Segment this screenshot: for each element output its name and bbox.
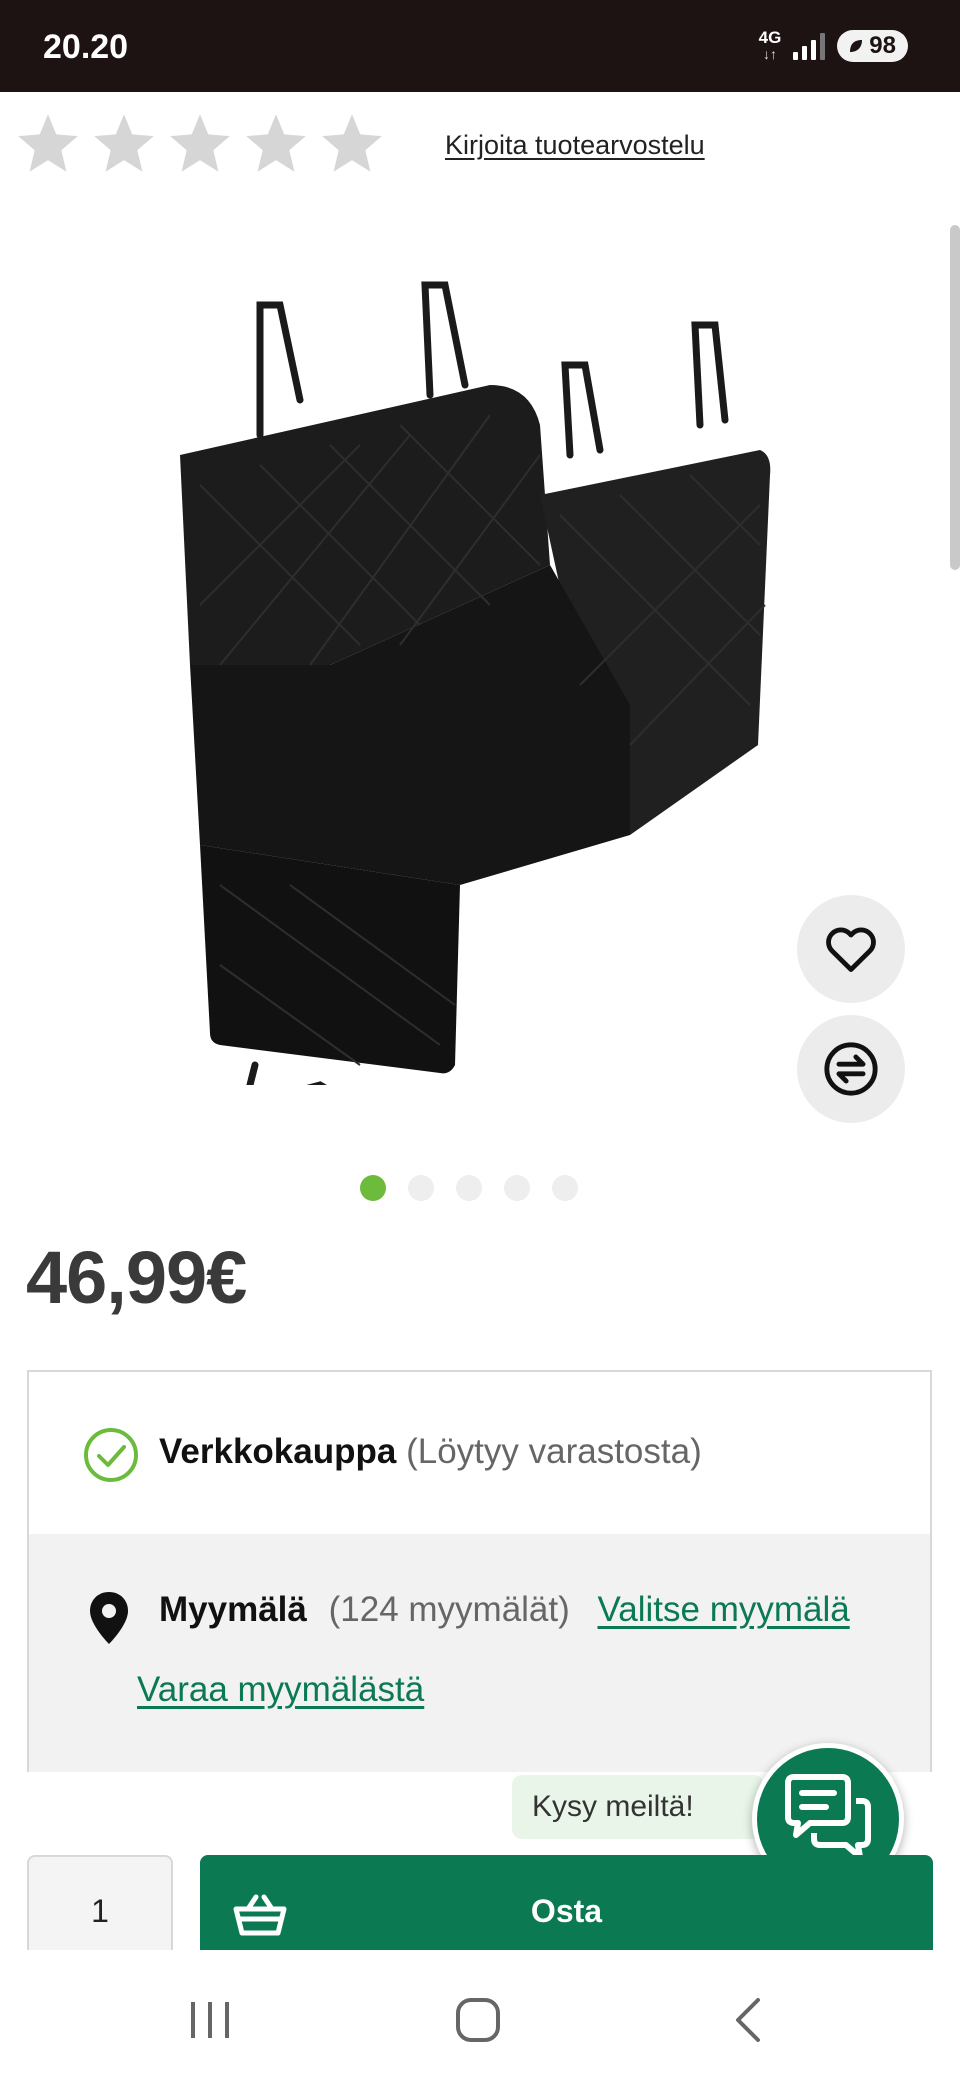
gallery-dot[interactable]: [408, 1175, 434, 1201]
gallery-dot[interactable]: [360, 1175, 386, 1201]
signal-icon: [793, 32, 826, 60]
online-availability-text: Verkkokauppa (Löytyy varastosta): [159, 1432, 702, 1472]
product-image: [180, 281, 771, 1085]
back-icon: [736, 1998, 760, 2042]
gallery-dot[interactable]: [552, 1175, 578, 1201]
recent-apps-button[interactable]: [165, 1990, 255, 2050]
network-type: 4G: [758, 28, 782, 47]
store-availability: Myymälä (124 myymälät) Valitse myymälä V…: [29, 1534, 930, 1772]
rating-stars[interactable]: [14, 110, 386, 178]
product-price: 46,99€: [26, 1236, 247, 1319]
home-icon: [456, 1998, 500, 2042]
star-icon[interactable]: [90, 110, 158, 178]
scrollbar[interactable]: [950, 225, 960, 570]
compare-icon: [824, 1042, 878, 1096]
star-icon[interactable]: [14, 110, 82, 178]
online-label: Verkkokauppa: [159, 1432, 397, 1471]
status-bar: 20.20 4G ↓↑ 98: [0, 0, 960, 92]
rating-row: Kirjoita tuotearvostelu: [14, 110, 954, 190]
store-label: Myymälä: [159, 1590, 307, 1629]
gallery-dot[interactable]: [456, 1175, 482, 1201]
favorite-button[interactable]: [797, 895, 905, 1003]
product-gallery[interactable]: [0, 205, 960, 1165]
status-time: 20.20: [43, 28, 129, 66]
battery-leaf-icon: [850, 40, 863, 52]
online-status: (Löytyy varastosta): [406, 1432, 702, 1471]
heart-icon: [826, 927, 876, 972]
data-arrows-icon: ↓↑: [762, 46, 777, 62]
write-review-link[interactable]: Kirjoita tuotearvostelu: [445, 130, 705, 161]
network-indicator: 4G ↓↑: [758, 28, 782, 62]
status-indicators: 4G ↓↑ 98: [759, 26, 908, 66]
chat-prompt[interactable]: Kysy meiltä!: [512, 1775, 764, 1839]
location-pin-icon: [90, 1592, 128, 1644]
check-circle-icon: [84, 1428, 138, 1482]
star-icon[interactable]: [166, 110, 234, 178]
recent-apps-icon: [191, 2002, 229, 2038]
battery-level: 98: [869, 32, 896, 59]
store-availability-text: Myymälä (124 myymälät) Valitse myymälä: [159, 1590, 850, 1630]
gallery-dot[interactable]: [504, 1175, 530, 1201]
reserve-in-store-link[interactable]: Varaa myymälästä: [137, 1670, 424, 1710]
availability-box: Verkkokauppa (Löytyy varastosta) Myymälä…: [27, 1370, 932, 1772]
chat-icon: [785, 1774, 871, 1860]
online-availability: Verkkokauppa (Löytyy varastosta): [29, 1372, 930, 1536]
system-nav-bar: [0, 1950, 960, 2080]
gallery-pagination[interactable]: [360, 1175, 578, 1201]
compare-button[interactable]: [797, 1015, 905, 1123]
buy-button[interactable]: Osta: [200, 1855, 933, 1965]
star-icon[interactable]: [242, 110, 310, 178]
star-icon[interactable]: [318, 110, 386, 178]
home-button[interactable]: [433, 1990, 523, 2050]
battery-indicator: 98: [837, 30, 908, 62]
choose-store-link[interactable]: Valitse myymälä: [598, 1590, 850, 1629]
store-count: (124 myymälät): [328, 1590, 570, 1629]
quantity-field[interactable]: 1: [27, 1855, 173, 1965]
buy-label: Osta: [530, 1893, 603, 1929]
back-button[interactable]: [703, 1990, 793, 2050]
